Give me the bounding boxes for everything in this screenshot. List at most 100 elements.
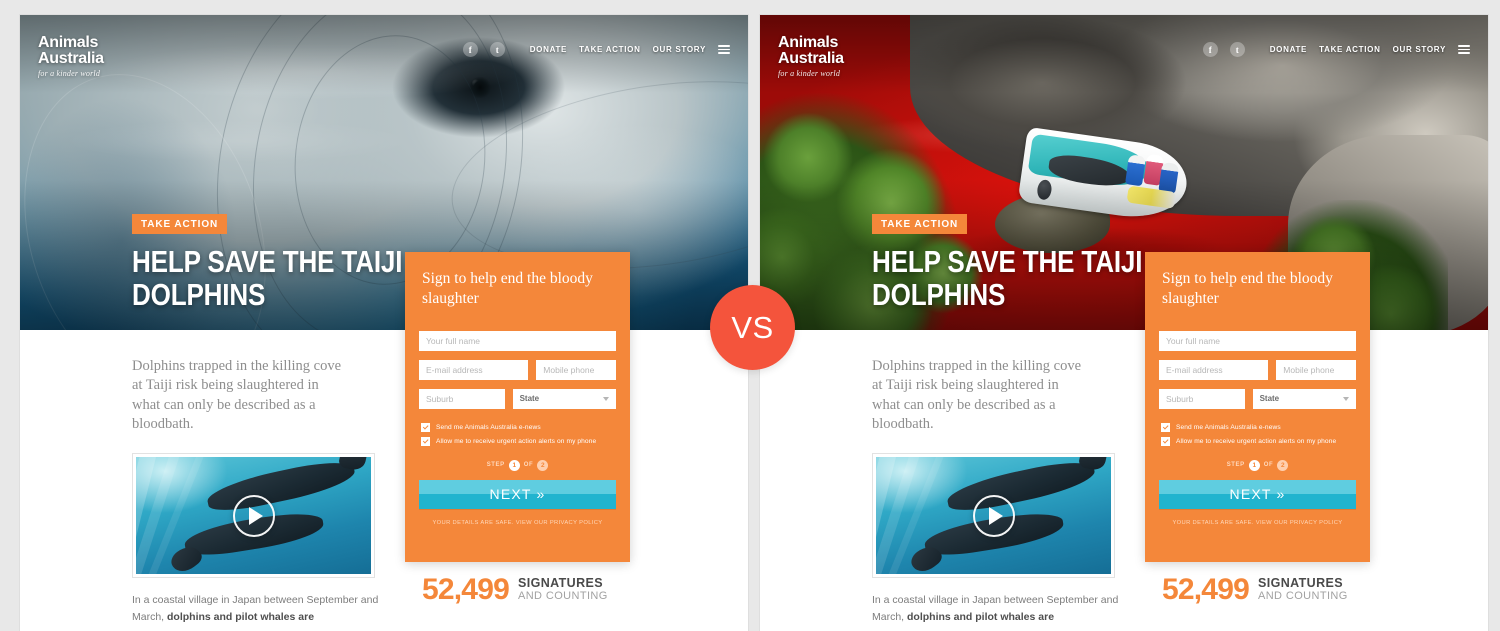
- privacy-policy-note[interactable]: YOUR DETAILS ARE SAFE. VIEW OUR PRIVACY …: [405, 520, 630, 526]
- top-navigation: f t DONATE TAKE ACTION OUR STORY: [462, 42, 730, 57]
- form-fields: Your full name E-mail address Mobile pho…: [405, 309, 630, 418]
- checkbox-sms-row[interactable]: Allow me to receive urgent action alerts…: [421, 436, 614, 446]
- next-button[interactable]: NEXT »: [419, 479, 616, 509]
- bottom-paragraph: In a coastal village in Japan between Se…: [132, 592, 382, 626]
- signature-count: 52,499: [1162, 573, 1250, 606]
- chevron-down-icon: [603, 396, 609, 401]
- hamburger-menu-icon[interactable]: [718, 45, 730, 54]
- form-checkboxes: Send me Animals Australia e-news Allow m…: [1145, 418, 1370, 446]
- step-word: STEP: [486, 462, 505, 469]
- step-dot-current: 1: [508, 459, 520, 471]
- email-input[interactable]: E-mail address: [1159, 359, 1269, 380]
- checkbox-enews-label: Send me Animals Australia e-news: [1176, 423, 1281, 431]
- state-select[interactable]: State: [512, 388, 616, 409]
- checkbox-enews-row[interactable]: Send me Animals Australia e-news: [421, 422, 614, 432]
- chevron-down-icon: [1343, 396, 1349, 401]
- email-mobile-row: E-mail address Mobile phone: [1159, 359, 1356, 389]
- signup-form-card: Sign to help end the bloody slaughter Yo…: [405, 252, 630, 562]
- hero-section-left: Animals Australia for a kinder world f t…: [20, 15, 748, 330]
- panel-body-right: Dolphins trapped in the killing cove at …: [760, 330, 1488, 631]
- nav-link-our-story[interactable]: OUR STORY: [1393, 45, 1446, 54]
- signup-form-card: Sign to help end the bloody slaughter Yo…: [1145, 252, 1370, 562]
- top-navigation: f t DONATE TAKE ACTION OUR STORY: [1202, 42, 1470, 57]
- take-action-badge: TAKE ACTION: [132, 214, 228, 235]
- hero-title-line-2: DOLPHINS: [132, 277, 266, 313]
- logo-tagline: for a kinder world: [38, 68, 101, 78]
- signature-counter: 52,499 SIGNATURES AND COUNTING: [422, 575, 608, 605]
- checkbox-sms-label: Allow me to receive urgent action alerts…: [436, 437, 597, 445]
- take-action-badge: TAKE ACTION: [872, 214, 968, 235]
- step-of-word: OF: [523, 462, 534, 469]
- play-triangle: [988, 506, 1003, 525]
- checkbox-sms-label: Allow me to receive urgent action alerts…: [1176, 437, 1337, 445]
- nav-link-our-story[interactable]: OUR STORY: [653, 45, 706, 54]
- site-logo[interactable]: Animals Australia for a kinder world: [778, 34, 844, 78]
- facebook-icon[interactable]: f: [1202, 42, 1218, 57]
- logo-line-1: Animals: [38, 34, 99, 51]
- panel-body-left: Dolphins trapped in the killing cove at …: [20, 330, 748, 631]
- video-player-card[interactable]: [132, 453, 375, 578]
- checkbox-sms-row[interactable]: Allow me to receive urgent action alerts…: [1161, 436, 1354, 446]
- facebook-icon[interactable]: f: [462, 42, 478, 57]
- mobile-phone-input[interactable]: Mobile phone: [1276, 359, 1356, 380]
- checkbox-enews-row[interactable]: Send me Animals Australia e-news: [1161, 422, 1354, 432]
- check-icon: [1162, 423, 1169, 430]
- email-input[interactable]: E-mail address: [419, 359, 529, 380]
- bottom-paragraph-bold: dolphins and pilot whales are: [167, 610, 315, 623]
- full-name-input[interactable]: Your full name: [419, 330, 616, 351]
- form-heading: Sign to help end the bloody slaughter: [422, 270, 593, 307]
- form-fields: Your full name E-mail address Mobile pho…: [1145, 309, 1370, 418]
- page-title: HELP SAVE THE TAIJI DOLPHINS: [132, 245, 402, 313]
- checkbox-enews[interactable]: [1161, 422, 1170, 432]
- state-select[interactable]: State: [1252, 388, 1356, 409]
- dolphin-silhouette: [204, 457, 358, 517]
- twitter-icon[interactable]: t: [1229, 42, 1245, 57]
- hamburger-menu-icon[interactable]: [1458, 45, 1470, 54]
- nav-link-donate[interactable]: DONATE: [530, 45, 567, 54]
- form-heading: Sign to help end the bloody slaughter: [1162, 270, 1333, 307]
- logo-line-1: Animals: [778, 34, 839, 51]
- next-button[interactable]: NEXT »: [1159, 479, 1356, 509]
- variant-left-panel: Animals Australia for a kinder world f t…: [20, 15, 748, 631]
- checkbox-sms[interactable]: [1161, 436, 1170, 446]
- nav-link-take-action[interactable]: TAKE ACTION: [579, 45, 640, 54]
- nav-link-donate[interactable]: DONATE: [1270, 45, 1307, 54]
- checkbox-enews-label: Send me Animals Australia e-news: [436, 423, 541, 431]
- logo-line-2: Australia: [38, 50, 104, 68]
- video-thumbnail: [876, 457, 1111, 574]
- dolphin-silhouette: [944, 457, 1098, 517]
- signature-count: 52,499: [422, 573, 510, 606]
- hero-section-right: Animals Australia for a kinder world f t…: [760, 15, 1488, 330]
- twitter-icon[interactable]: t: [489, 42, 505, 57]
- step-indicator: STEP 1 OF 2: [405, 459, 630, 471]
- email-mobile-row: E-mail address Mobile phone: [419, 359, 616, 389]
- variant-right-panel: Animals Australia for a kinder world f t…: [760, 15, 1488, 631]
- bottom-paragraph: In a coastal village in Japan between Se…: [872, 592, 1122, 626]
- and-counting-label: AND COUNTING: [517, 590, 608, 603]
- nav-link-take-action[interactable]: TAKE ACTION: [1319, 45, 1380, 54]
- full-name-input[interactable]: Your full name: [1159, 330, 1356, 351]
- mobile-phone-input[interactable]: Mobile phone: [536, 359, 616, 380]
- privacy-policy-note[interactable]: YOUR DETAILS ARE SAFE. VIEW OUR PRIVACY …: [1145, 520, 1370, 526]
- suburb-input[interactable]: Suburb: [419, 388, 505, 409]
- checkbox-enews[interactable]: [421, 422, 430, 432]
- check-icon: [1162, 437, 1169, 444]
- step-dot-current: 1: [1248, 459, 1260, 471]
- play-button-icon[interactable]: [972, 494, 1015, 537]
- signatures-label: SIGNATURES: [517, 576, 603, 591]
- step-dot-total: 2: [1277, 459, 1289, 471]
- lead-paragraph: Dolphins trapped in the killing cove at …: [872, 358, 1082, 432]
- signatures-label: SIGNATURES: [1257, 576, 1343, 591]
- state-select-value: State: [1259, 394, 1280, 404]
- video-thumbnail: [136, 457, 371, 574]
- play-button-icon[interactable]: [232, 494, 275, 537]
- hero-title-line-2: DOLPHINS: [872, 277, 1006, 313]
- checkbox-sms[interactable]: [421, 436, 430, 446]
- and-counting-label: AND COUNTING: [1257, 590, 1348, 603]
- bottom-paragraph-bold: dolphins and pilot whales are: [907, 610, 1055, 623]
- logo-tagline: for a kinder world: [778, 68, 841, 78]
- site-logo[interactable]: Animals Australia for a kinder world: [38, 34, 104, 78]
- video-player-card[interactable]: [872, 453, 1115, 578]
- suburb-input[interactable]: Suburb: [1159, 388, 1245, 409]
- step-word: STEP: [1226, 462, 1245, 469]
